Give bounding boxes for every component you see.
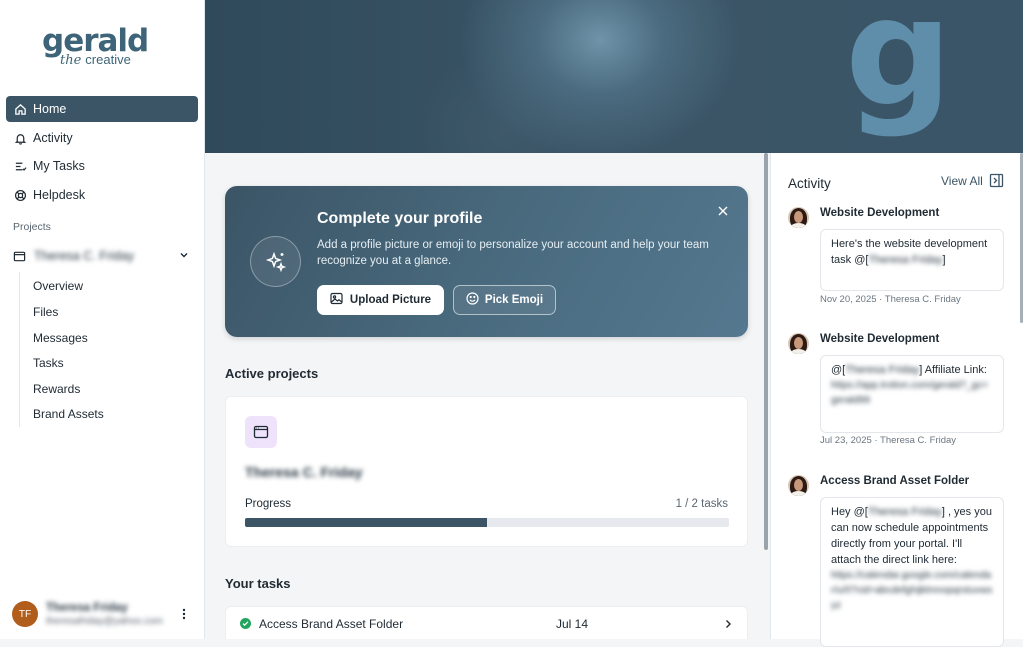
brand-logo-sub-text: creative [85,52,131,67]
brand-logo-sub-prefix: the [60,53,82,68]
activity-item-meta: Nov 20, 2025 · Theresa C. Friday [820,294,961,305]
subnav-guide-line [19,272,20,427]
progress-label: Progress [245,498,292,510]
nav-item-label: My Tasks [33,159,85,173]
active-projects-heading: Active projects [225,366,319,381]
browser-window-icon [245,416,277,448]
active-project-card[interactable]: Theresa C. Friday Progress 1 / 2 tasks [225,396,748,547]
your-tasks-heading: Your tasks [225,576,291,591]
complete-profile-title: Complete your profile [317,210,483,227]
activity-item-message: @[Theresa Friday] Affiliate Link: https:… [820,355,1004,433]
activity-item-meta: Jul 23, 2025 · Theresa C. Friday [820,435,957,446]
nav-item-my-tasks[interactable]: My Tasks [6,153,198,179]
main-scrollbar[interactable] [764,153,768,550]
project-selector[interactable]: Theresa C. Friday [6,244,198,268]
check-circle-icon [240,618,251,629]
main-content: Complete your profile Add a profile pict… [205,153,766,639]
projects-section-label: Projects [13,221,51,233]
upload-picture-button[interactable]: Upload Picture [317,285,444,315]
activity-text: Hey @[ [831,506,868,518]
activity-item-heading: Access Brand Asset Folder [820,475,970,487]
brand-logo-sub: the creative [60,53,131,68]
progress-bar-fill [245,518,487,527]
nav-item-label: Home [33,102,67,116]
activity-item-heading: Website Development [820,333,940,345]
project-subitem-brand-assets[interactable]: Brand Assets [33,407,104,421]
project-name: Theresa C. Friday [34,249,135,263]
pick-emoji-button[interactable]: Pick Emoji [453,285,556,315]
smiley-icon [466,292,479,308]
active-project-name: Theresa C. Friday [245,464,363,480]
header-banner: g [205,0,1023,153]
activity-title: Activity [788,176,831,191]
chevron-down-icon[interactable] [178,249,190,261]
close-icon[interactable] [717,204,729,216]
nav-item-label: Helpdesk [33,188,86,202]
activity-text: @[ [831,364,846,376]
nav-item-home[interactable]: Home [6,96,198,122]
complete-profile-card: Complete your profile Add a profile pict… [225,186,748,337]
activity-panel: Activity View All Website Development He… [770,153,1023,647]
pick-emoji-label: Pick Emoji [484,294,544,306]
brand-logo[interactable]: gerald the creative [40,24,150,68]
sidebar: gerald the creative Home Activity My Task… [0,0,205,639]
sparkle-icon [250,236,301,287]
avatar: TF [12,601,38,627]
collapse-panel-icon[interactable] [989,173,1004,188]
kebab-menu-icon[interactable] [178,607,190,621]
mention[interactable]: Theresa Friday [845,364,919,376]
image-icon [330,292,343,308]
progress-bar [245,518,729,527]
activity-item-message: Hey @[Theresa Friday] , yes you can now … [820,497,1004,647]
project-subitem-messages[interactable]: Messages [33,331,88,345]
calendar-link[interactable]: https://calendar.google.com/calendar/u/0… [831,568,993,613]
activity-text: ] Affiliate Link: [919,364,987,376]
activity-item-message: Here's the website development task @[Th… [820,229,1004,291]
banner-logo-glyph: g [845,0,953,140]
project-subitem-files[interactable]: Files [33,305,58,319]
nav-item-helpdesk[interactable]: Helpdesk [6,182,198,208]
affiliate-link[interactable]: https://app.trotion.com/gerald?_gc=geral… [831,378,993,408]
user-email: theresafriday@yahoo.com [46,616,163,627]
activity-text: ] [942,254,946,266]
mention[interactable]: Theresa Friday [868,254,942,266]
user-name: Theresa Friday [46,602,128,614]
tasks-icon [13,159,27,173]
mention[interactable]: Theresa Friday [868,506,942,518]
upload-picture-label: Upload Picture [349,294,432,306]
view-all-link[interactable]: View All [941,174,983,188]
nav-item-label: Activity [33,131,73,145]
window-icon [13,250,26,263]
avatar [788,207,809,228]
bell-icon [13,131,27,145]
task-row[interactable]: Access Brand Asset Folder Jul 14 [225,606,748,639]
complete-profile-text: Add a profile picture or emoji to person… [317,239,709,267]
activity-item-heading: Website Development [820,207,940,219]
project-subitem-rewards[interactable]: Rewards [33,382,80,396]
progress-count: 1 / 2 tasks [675,498,728,510]
home-icon [13,102,27,116]
chevron-right-icon [723,617,733,629]
task-name: Access Brand Asset Folder [259,617,404,631]
task-date: Jul 14 [556,617,589,631]
nav-item-activity[interactable]: Activity [6,125,198,151]
avatar [788,475,809,496]
user-profile-row[interactable]: TF Theresa Friday theresafriday@yahoo.co… [0,596,205,632]
lifebuoy-icon [13,188,27,202]
project-subitem-overview[interactable]: Overview [33,279,83,293]
avatar [788,333,809,354]
project-subitem-tasks[interactable]: Tasks [33,356,64,370]
